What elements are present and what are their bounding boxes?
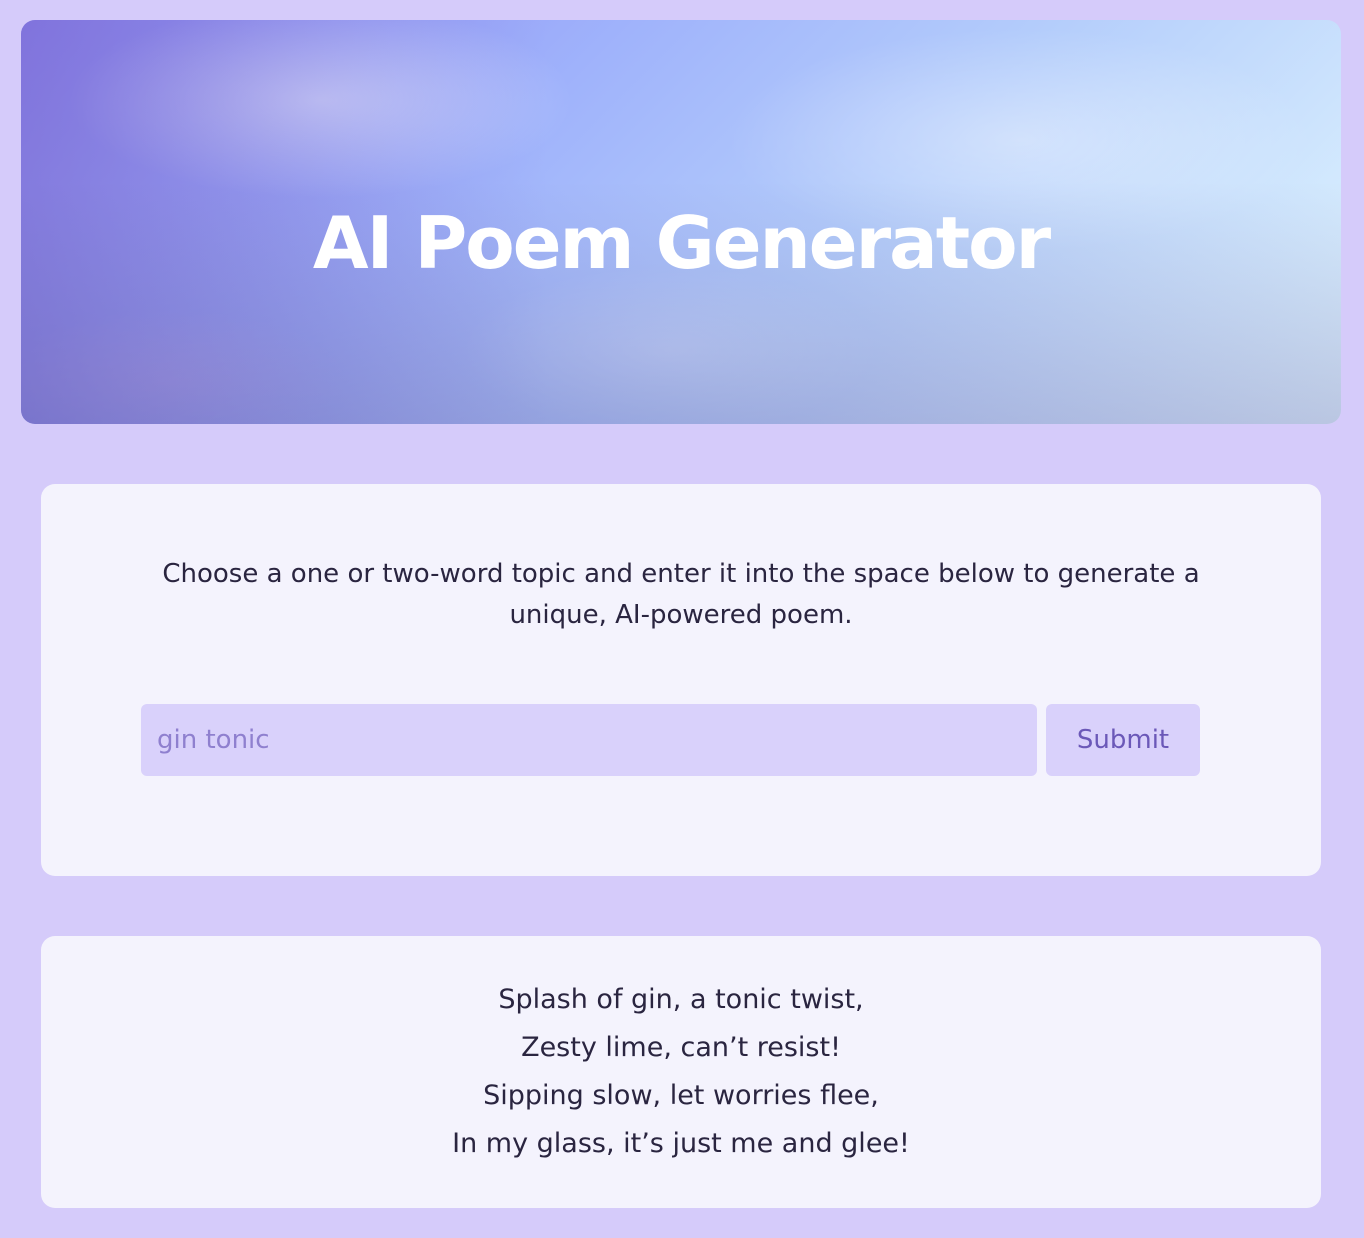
poem-output-card: Splash of gin, a tonic twist, Zesty lime… bbox=[41, 936, 1321, 1208]
poem-line: Splash of gin, a tonic twist, bbox=[498, 984, 864, 1015]
submit-button[interactable]: Submit bbox=[1046, 704, 1200, 776]
poem-line: Sipping slow, let worries flee, bbox=[483, 1080, 879, 1111]
poem-line: In my glass, it’s just me and glee! bbox=[452, 1128, 910, 1159]
poem-form-card: Choose a one or two-word topic and enter… bbox=[41, 484, 1321, 876]
poem-line: Zesty lime, can’t resist! bbox=[521, 1032, 841, 1063]
hero-banner: AI Poem Generator bbox=[21, 20, 1341, 424]
topic-input[interactable] bbox=[141, 704, 1037, 776]
page-title: AI Poem Generator bbox=[312, 201, 1051, 285]
poem-text: Splash of gin, a tonic twist, Zesty lime… bbox=[41, 976, 1321, 1168]
instructions-text: Choose a one or two-word topic and enter… bbox=[162, 559, 1200, 630]
